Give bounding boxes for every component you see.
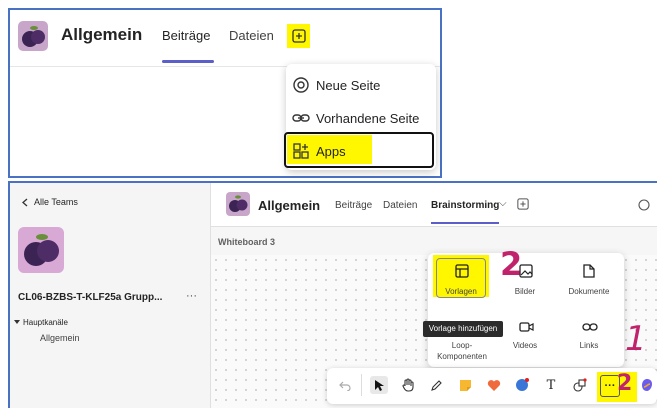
channel-title: Allgemein	[258, 198, 321, 213]
menu-item-vorhandene-seite[interactable]: Vorhandene Seite	[292, 106, 434, 130]
chat-icon[interactable]	[638, 198, 650, 216]
menu-item-neue-seite[interactable]: Neue Seite	[292, 73, 434, 97]
team-more-button[interactable]: ···	[186, 290, 197, 302]
select-tool[interactable]	[370, 376, 388, 394]
whiteboard-label-bar	[211, 227, 657, 255]
whiteboard-label: Whiteboard 3	[218, 237, 276, 247]
hand-tool[interactable]	[399, 376, 417, 394]
palette-bilder[interactable]: Bilder	[500, 287, 550, 296]
active-tab-underline	[162, 60, 214, 63]
sticky-note-icon	[459, 379, 472, 392]
team-name[interactable]: CL06-BZBS-T-KLF25a Grupp...	[18, 292, 162, 303]
section-label: Hauptkanäle	[23, 318, 68, 327]
copilot-button[interactable]	[638, 376, 656, 394]
shapes-icon	[573, 378, 587, 392]
add-tab-button[interactable]	[287, 24, 310, 48]
plus-square-icon	[291, 29, 306, 43]
undo-button[interactable]	[336, 376, 354, 394]
menu-item-label: Vorhandene Seite	[316, 110, 420, 126]
chat-bubble-icon	[515, 378, 529, 392]
palette-vorlagen[interactable]: Vorlagen	[436, 287, 486, 296]
palette-loop-komponenten[interactable]: Loop-Komponenten	[436, 340, 488, 362]
team-avatar[interactable]	[18, 227, 64, 273]
copilot-icon	[640, 378, 654, 392]
chevron-left-icon	[22, 198, 28, 207]
chat-bubble-tool[interactable]	[513, 376, 531, 394]
pen-icon	[430, 379, 443, 392]
tab-beitraege[interactable]: Beiträge	[335, 200, 372, 211]
team-avatar[interactable]	[18, 21, 48, 51]
link-icon	[292, 109, 310, 127]
section-hauptkanaele[interactable]: Hauptkanäle	[14, 318, 68, 327]
undo-icon	[339, 379, 351, 391]
back-to-teams[interactable]: Alle Teams	[22, 197, 78, 207]
tooltip: Vorlage hinzufügen	[423, 321, 503, 337]
add-tab-button[interactable]	[517, 198, 529, 210]
palette-links[interactable]: Links	[564, 341, 614, 350]
chevron-down-icon[interactable]: ⌵	[499, 198, 507, 209]
plus-square-icon	[517, 198, 529, 210]
tab-dateien[interactable]: Dateien	[383, 200, 417, 211]
text-tool[interactable]: T	[542, 376, 560, 394]
annotation-number-2-palette: 2	[500, 245, 523, 283]
tab-brainstorming[interactable]: Brainstorming	[431, 200, 499, 211]
team-avatar-small[interactable]	[226, 192, 250, 216]
tab-dateien[interactable]: Dateien	[229, 28, 274, 43]
reactions-tool[interactable]	[485, 376, 503, 394]
annotation-number-1: 1	[625, 319, 647, 359]
tab-beitraege[interactable]: Beiträge	[162, 28, 210, 43]
more-icon: ···	[604, 380, 616, 392]
menu-item-label: Apps	[316, 143, 346, 159]
note-tool[interactable]	[456, 376, 474, 394]
palette-videos[interactable]: Videos	[500, 341, 550, 350]
annotation-number-2-toolbar: 2	[617, 371, 633, 396]
caret-down-icon	[14, 320, 20, 325]
documents-icon[interactable]	[583, 264, 595, 283]
palette-dokumente[interactable]: Dokumente	[564, 287, 614, 296]
active-tab-underline	[431, 222, 499, 224]
heart-icon	[487, 379, 501, 392]
menu-item-label: Neue Seite	[316, 77, 381, 93]
loop-page-icon	[292, 76, 310, 94]
pen-tool[interactable]	[427, 376, 445, 394]
apps-icon	[292, 142, 310, 160]
menu-item-apps[interactable]: Apps	[292, 139, 434, 163]
toolbar-divider	[361, 374, 362, 396]
link-icon[interactable]	[582, 320, 598, 338]
sidebar-channel-allgemein[interactable]: Allgemein	[40, 333, 80, 343]
back-label: Alle Teams	[34, 197, 78, 207]
templates-icon[interactable]	[455, 264, 469, 283]
hand-icon	[401, 378, 415, 392]
channel-title: Allgemein	[61, 25, 143, 44]
cursor-icon	[374, 379, 384, 392]
video-icon[interactable]	[519, 320, 534, 338]
shapes-tool[interactable]	[571, 376, 589, 394]
